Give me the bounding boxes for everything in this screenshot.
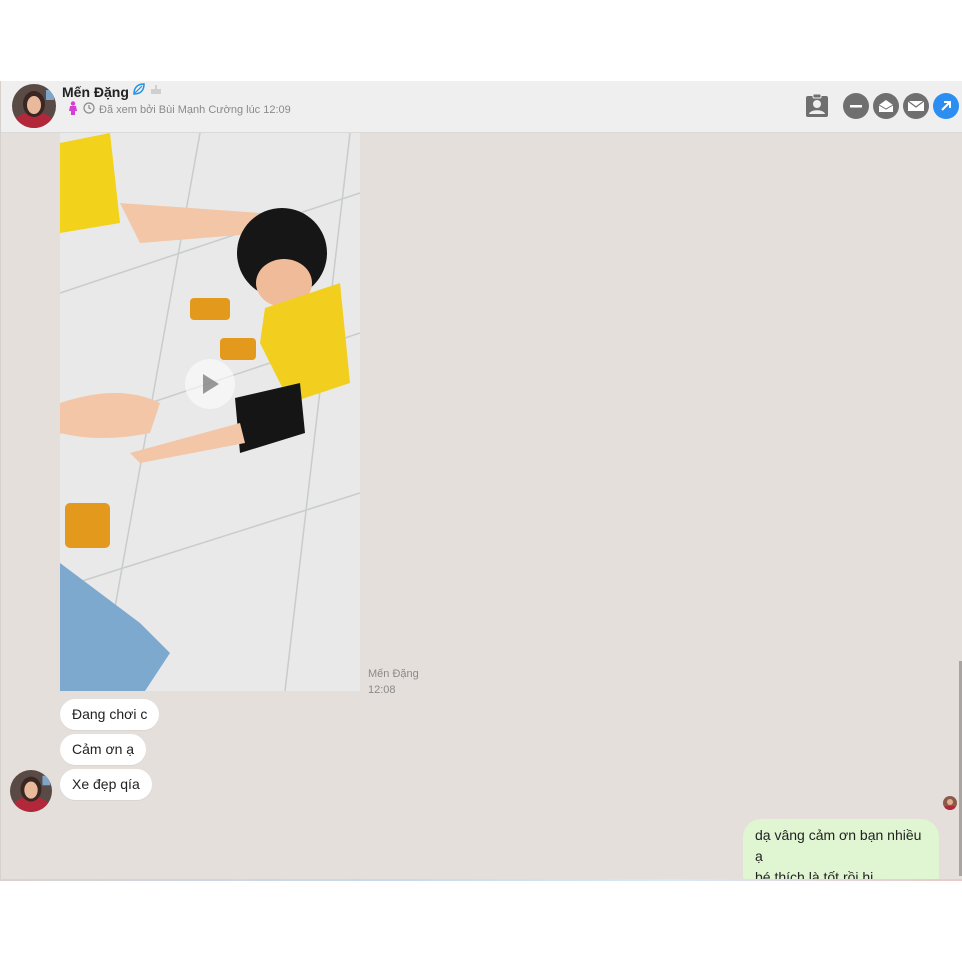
video-sender: Mến Đặng: [368, 668, 419, 680]
open-envelope-icon[interactable]: [873, 93, 899, 119]
sender-avatar[interactable]: [10, 770, 52, 812]
message-bubble[interactable]: Đang chơi c: [60, 699, 160, 730]
mail-icon[interactable]: [903, 93, 929, 119]
clock-icon: [83, 102, 95, 117]
contact-name-row: Mến Đặng: [62, 82, 163, 101]
contact-card-icon[interactable]: [804, 93, 830, 119]
message-bubble[interactable]: Cảm ơn ạ: [60, 734, 147, 765]
seen-avatar: [943, 796, 957, 810]
seen-text: Đã xem bởi Bùi Mạnh Cường lúc 12:09: [99, 103, 291, 116]
chat-window: Mến Đặng Đã xem bởi Bùi Mạnh Cường lúc 1…: [0, 81, 962, 881]
video-meta: Mến Đặng 12:08: [368, 666, 419, 698]
outgoing-line-1: dạ vâng cảm ơn bạn nhiều ạ: [755, 827, 922, 864]
video-message[interactable]: [60, 133, 360, 691]
video-time: 12:08: [368, 684, 396, 696]
female-icon: [67, 101, 79, 118]
expand-arrow-icon[interactable]: [933, 93, 959, 119]
play-icon[interactable]: [185, 359, 235, 409]
header-actions: [843, 93, 959, 119]
minimize-icon[interactable]: [843, 93, 869, 119]
cake-icon: [149, 82, 163, 101]
contact-name[interactable]: Mến Đặng: [62, 84, 129, 100]
seen-status: Đã xem bởi Bùi Mạnh Cường lúc 12:09: [67, 101, 291, 118]
outgoing-message-bubble[interactable]: dạ vâng cảm ơn bạn nhiều ạ bé thích là t…: [743, 819, 939, 881]
chat-header: Mến Đặng Đã xem bởi Bùi Mạnh Cường lúc 1…: [1, 81, 962, 133]
leaf-verified-icon: [132, 82, 146, 101]
input-divider: [0, 879, 962, 881]
contact-avatar[interactable]: [12, 84, 56, 128]
message-bubble[interactable]: Xe đẹp qía: [60, 769, 152, 800]
